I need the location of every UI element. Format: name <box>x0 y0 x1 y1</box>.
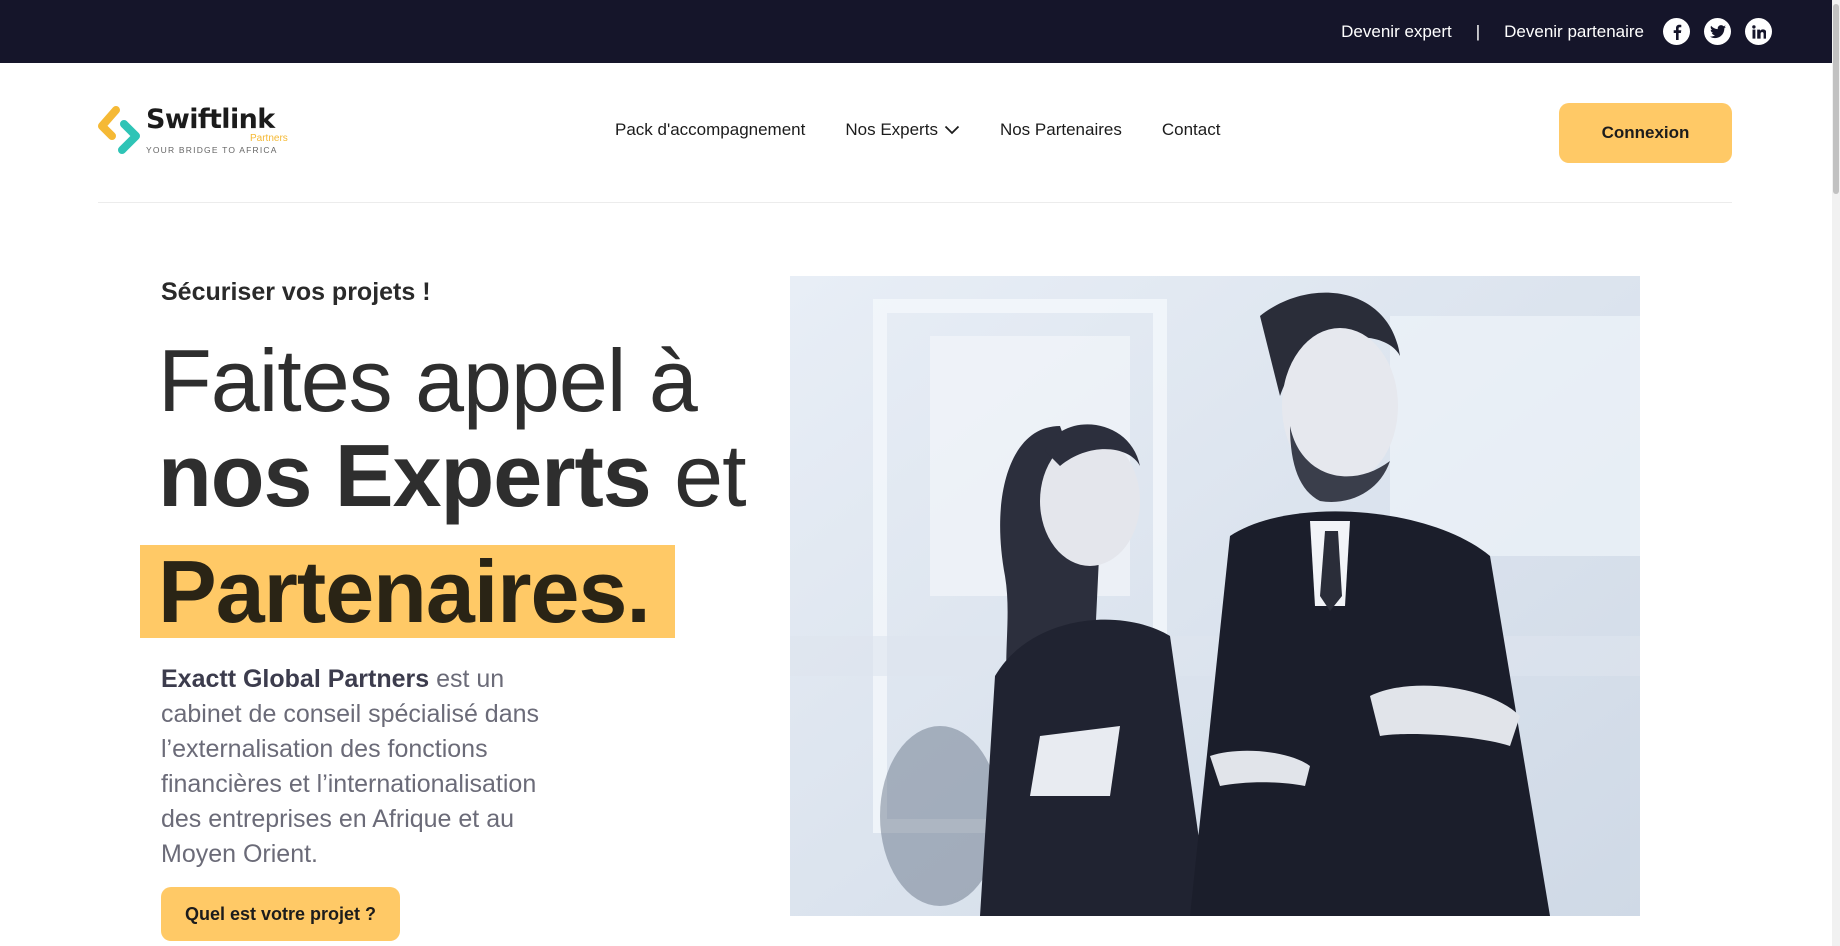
top-links-separator: | <box>1475 21 1481 41</box>
nav-item-partners[interactable]: Nos Partenaires <box>1000 120 1122 140</box>
chevron-down-icon <box>944 125 960 135</box>
logo-mark-icon <box>98 106 140 154</box>
hero-description: Exactt Global Partners est un cabinet de… <box>161 662 581 872</box>
logo-sub: Partners <box>250 133 288 144</box>
logo-name: Swiftlink <box>146 104 275 135</box>
scrollbar-thumb[interactable] <box>1833 4 1839 194</box>
twitter-icon[interactable] <box>1704 18 1731 45</box>
hero-title-bold: nos Experts <box>158 426 652 525</box>
hero-photo <box>790 276 1640 916</box>
main-nav: Pack d'accompagnement Nos Experts Nos Pa… <box>615 120 1220 140</box>
linkedin-icon[interactable] <box>1745 18 1772 45</box>
become-partner-link[interactable]: Devenir partenaire <box>1504 22 1644 42</box>
company-name: Exactt Global Partners <box>161 665 430 693</box>
header-divider <box>98 202 1732 203</box>
hero-title-line-3: Partenaires. <box>158 542 651 641</box>
logo[interactable]: Swiftlink Partners YOUR BRIDGE TO AFRICA <box>98 102 288 158</box>
project-cta-button[interactable]: Quel est votre projet ? <box>161 887 400 941</box>
login-button[interactable]: Connexion <box>1559 103 1732 163</box>
top-links: Devenir expert | Devenir partenaire <box>1341 0 1644 63</box>
hero-kicker: Sécuriser vos projets ! <box>161 278 431 306</box>
nav-item-label: Nos Experts <box>845 120 938 139</box>
nav-item-contact[interactable]: Contact <box>1162 120 1221 140</box>
nav-item-label: Contact <box>1161 120 1221 139</box>
social-links <box>1663 18 1772 45</box>
facebook-icon[interactable] <box>1663 18 1690 45</box>
hero-title-line-2: nos Experts et <box>158 425 747 527</box>
nav-item-experts[interactable]: Nos Experts <box>845 120 960 140</box>
nav-item-label: Pack d'accompagnement <box>615 120 806 139</box>
hero-title-line-1: Faites appel à <box>158 331 698 430</box>
logo-tagline: YOUR BRIDGE TO AFRICA <box>146 145 278 155</box>
become-expert-link[interactable]: Devenir expert <box>1341 22 1452 42</box>
top-bar: Devenir expert | Devenir partenaire <box>0 0 1832 63</box>
hero-description-text: est un cabinet de conseil spécialisé dan… <box>161 665 540 868</box>
nav-item-pack[interactable]: Pack d'accompagnement <box>615 120 805 140</box>
hero-title-rest: et <box>650 426 746 525</box>
nav-item-label: Nos Partenaires <box>999 120 1122 139</box>
page-scrollbar[interactable] <box>1832 0 1840 946</box>
